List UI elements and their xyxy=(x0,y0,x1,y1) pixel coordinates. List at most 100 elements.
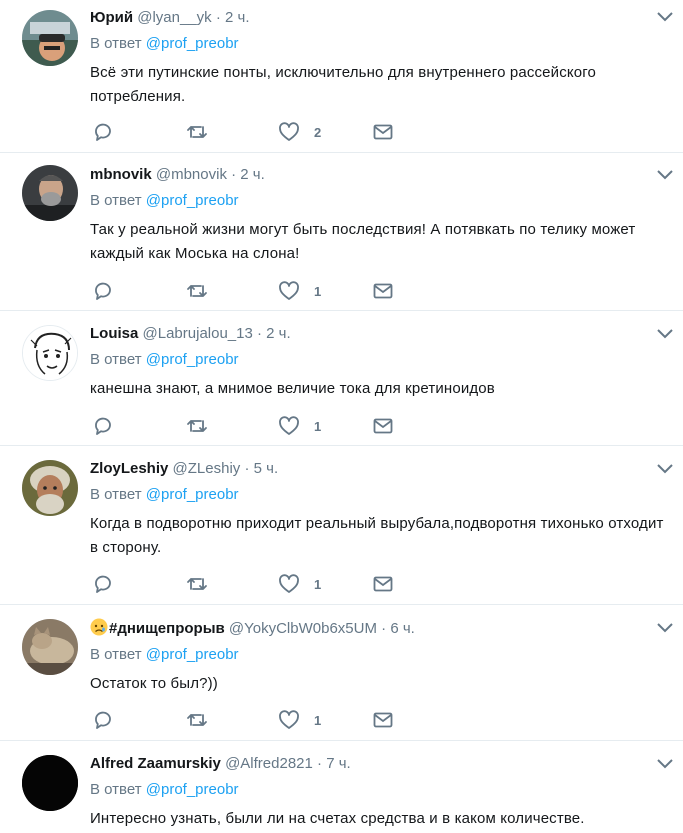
direct-message-button[interactable] xyxy=(372,280,394,302)
user-handle[interactable]: @mbnovik xyxy=(156,166,227,183)
user-handle[interactable]: @YokyClbW0b6x5UM xyxy=(229,620,377,637)
direct-message-button[interactable] xyxy=(372,121,394,143)
tweet-text: Так у реальной жизни могут быть последст… xyxy=(90,221,636,262)
timestamp[interactable]: 2 ч. xyxy=(225,9,250,26)
reply-button[interactable] xyxy=(92,709,114,731)
reply-mention-link[interactable]: @prof_preobr xyxy=(146,781,239,798)
envelope-icon xyxy=(373,283,393,299)
display-name[interactable]: Alfred Zaamurskiy xyxy=(90,755,221,772)
separator-dot: · xyxy=(231,166,237,183)
retweet-icon xyxy=(187,285,207,297)
tweet-actions: 1 xyxy=(92,415,412,437)
retweet-button[interactable] xyxy=(186,573,208,595)
retweet-button[interactable] xyxy=(186,415,208,437)
like-button[interactable]: 1 xyxy=(278,709,321,731)
reply-mention-link[interactable]: @prof_preobr xyxy=(146,351,239,368)
display-name[interactable]: Louisa xyxy=(90,325,138,342)
like-button[interactable]: 1 xyxy=(278,415,321,437)
tweet[interactable]: mbnovik @mbnovik · 2 ч. В ответ @prof_pr… xyxy=(0,153,683,311)
like-count: 1 xyxy=(314,418,322,434)
envelope-icon xyxy=(373,124,393,140)
tweet-actions: 2 xyxy=(92,121,412,143)
display-name[interactable]: ZloyLeshiy xyxy=(90,460,168,477)
tweet-text: Всё эти путинские понты, исключительно д… xyxy=(90,64,597,105)
like-button[interactable]: 1 xyxy=(278,280,321,302)
person-with-cap-avatar xyxy=(22,10,78,66)
timestamp[interactable]: 2 ч. xyxy=(266,325,291,342)
timestamp[interactable]: 6 ч. xyxy=(390,620,415,637)
avatar[interactable] xyxy=(22,10,78,66)
tweet[interactable]: ZloyLeshiy @ZLeshiy · 5 ч. В ответ @prof… xyxy=(0,446,683,605)
chevron-down-icon[interactable] xyxy=(657,329,673,339)
tweet-actions: 1 xyxy=(92,709,412,731)
retweet-button[interactable] xyxy=(186,709,208,731)
reply-context: В ответ @prof_preobr xyxy=(90,191,669,211)
chevron-down-icon[interactable] xyxy=(657,170,673,180)
like-count: 2 xyxy=(314,124,322,140)
avatar[interactable] xyxy=(22,619,78,675)
reply-button[interactable] xyxy=(92,280,114,302)
separator-dot: · xyxy=(381,620,387,637)
display-name[interactable]: mbnovik xyxy=(90,166,152,183)
chevron-down-icon[interactable] xyxy=(657,759,673,769)
tweet-actions: 1 xyxy=(92,280,412,302)
reply-button[interactable] xyxy=(92,573,114,595)
tweet[interactable]: Юрий @lyan__yk · 2 ч. В ответ @prof_preo… xyxy=(0,0,683,153)
reply-prefix: В ответ xyxy=(90,192,142,209)
reply-icon xyxy=(95,282,111,300)
timestamp[interactable]: 5 ч. xyxy=(254,460,279,477)
display-name[interactable]: Юрий xyxy=(90,9,133,26)
user-handle[interactable]: @Labrujalou_13 xyxy=(143,325,253,342)
retweet-icon xyxy=(187,126,207,138)
reply-prefix: В ответ xyxy=(90,486,142,503)
like-count: 1 xyxy=(314,712,322,728)
reply-context: В ответ @prof_preobr xyxy=(90,350,669,370)
direct-message-button[interactable] xyxy=(372,573,394,595)
chevron-down-icon[interactable] xyxy=(657,623,673,633)
user-handle[interactable]: @lyan__yk xyxy=(137,9,211,26)
avatar[interactable] xyxy=(22,755,78,811)
user-handle[interactable]: @Alfred2821 xyxy=(225,755,313,772)
reply-mention-link[interactable]: @prof_preobr xyxy=(146,35,239,52)
retweet-button[interactable] xyxy=(186,280,208,302)
reply-context: В ответ @prof_preobr xyxy=(90,780,669,800)
display-name[interactable]: #днищепрорыв xyxy=(109,620,225,637)
reply-icon xyxy=(95,575,111,593)
retweet-icon xyxy=(187,714,207,726)
envelope-icon xyxy=(373,418,393,434)
avatar[interactable] xyxy=(22,325,78,381)
direct-message-button[interactable] xyxy=(372,709,394,731)
retweet-icon xyxy=(187,420,207,432)
user-handle[interactable]: @ZLeshiy xyxy=(173,460,241,477)
reply-feed: Юрий @lyan__yk · 2 ч. В ответ @prof_preo… xyxy=(0,0,683,833)
separator-dot: · xyxy=(244,460,250,477)
reply-icon xyxy=(95,711,111,729)
reply-button[interactable] xyxy=(92,121,114,143)
avatar[interactable] xyxy=(22,165,78,221)
reply-mention-link[interactable]: @prof_preobr xyxy=(146,646,239,663)
avatar[interactable] xyxy=(22,460,78,516)
timestamp[interactable]: 7 ч. xyxy=(326,755,351,772)
retweet-button[interactable] xyxy=(186,121,208,143)
chevron-down-icon[interactable] xyxy=(657,464,673,474)
direct-message-button[interactable] xyxy=(372,415,394,437)
chevron-down-icon[interactable] xyxy=(657,12,673,22)
reply-mention-link[interactable]: @prof_preobr xyxy=(146,486,239,503)
separator-dot: · xyxy=(317,755,323,772)
heart-icon xyxy=(279,122,299,141)
tweet[interactable]: #днищепрорыв @YokyClbW0b6x5UM · 6 ч. В о… xyxy=(0,605,683,741)
reply-button[interactable] xyxy=(92,415,114,437)
timestamp[interactable]: 2 ч. xyxy=(240,166,265,183)
like-button[interactable]: 2 xyxy=(278,121,321,143)
heart-icon xyxy=(279,281,299,300)
like-button[interactable]: 1 xyxy=(278,573,321,595)
reply-mention-link[interactable]: @prof_preobr xyxy=(146,192,239,209)
reply-prefix: В ответ xyxy=(90,781,142,798)
heart-icon xyxy=(279,574,299,593)
reply-context: В ответ @prof_preobr xyxy=(90,34,669,54)
tweet[interactable]: Alfred Zaamurskiy @Alfred2821 · 7 ч. В о… xyxy=(0,741,683,833)
sketch-face-avatar xyxy=(23,326,77,380)
like-count: 1 xyxy=(314,283,322,299)
sad-face-emoji-icon xyxy=(90,618,108,636)
tweet[interactable]: Louisa @Labrujalou_13 · 2 ч. В ответ @pr… xyxy=(0,311,683,446)
